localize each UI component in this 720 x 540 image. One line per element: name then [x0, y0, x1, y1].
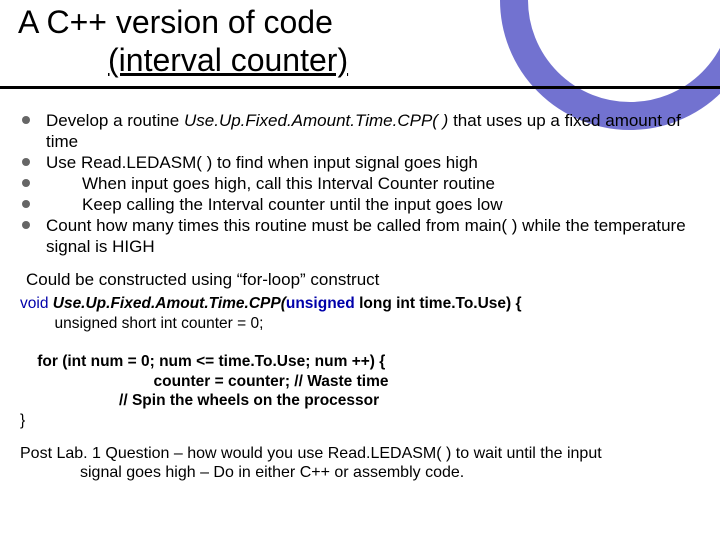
code-line: for (int num = 0; num <= time.To.Use; nu… — [20, 353, 385, 370]
bullet-emphasis: Use.Up.Fixed.Amount.Time.CPP( ) — [184, 111, 448, 130]
bullet-text: Develop a routine — [46, 111, 184, 130]
postlab-line: Post Lab. 1 Question – how would you use… — [20, 445, 602, 462]
code-line: // Spin the wheels on the processor — [20, 392, 379, 409]
code-block: void Use.Up.Fixed.Amout.Time.CPP(unsigne… — [20, 294, 700, 430]
title-line-1: A C++ version of code — [18, 4, 333, 40]
slide-title: A C++ version of code (interval counter) — [18, 4, 720, 80]
slide-header: A C++ version of code (interval counter) — [0, 0, 720, 80]
code-line: counter = counter; // Waste time — [20, 373, 388, 390]
title-line-2: (interval counter) — [108, 42, 348, 80]
list-item: When input goes high, call this Interval… — [20, 173, 700, 194]
list-item: Count how many times this routine must b… — [20, 215, 700, 257]
list-item: Keep calling the Interval counter until … — [20, 194, 700, 215]
code-funcname: Use.Up.Fixed.Amout.Time.CPP( — [53, 295, 286, 312]
code-text: long int time.To.Use) { — [355, 295, 522, 312]
bullet-text: When input goes high, call this Interval… — [46, 173, 495, 194]
list-item: Use Read.LEDASM( ) to find when input si… — [20, 152, 700, 173]
paragraph: Could be constructed using “for-loop” co… — [26, 269, 700, 290]
slide-body: Develop a routine Use.Up.Fixed.Amount.Ti… — [0, 92, 720, 483]
bullet-text: Use Read.LEDASM( ) to find when input si… — [46, 153, 478, 172]
postlab-line: signal goes high – Do in either C++ or a… — [20, 463, 696, 483]
bullet-list: Develop a routine Use.Up.Fixed.Amount.Ti… — [20, 110, 700, 258]
bullet-text: Count how many times this routine must b… — [46, 216, 686, 256]
code-keyword: unsigned — [286, 295, 355, 312]
code-line: unsigned short int counter = 0; — [20, 315, 263, 332]
postlab-note: Post Lab. 1 Question – how would you use… — [20, 444, 696, 483]
code-line: } — [20, 412, 25, 429]
code-keyword: void — [20, 295, 53, 312]
bullet-text: Keep calling the Interval counter until … — [46, 194, 503, 215]
list-item: Develop a routine Use.Up.Fixed.Amount.Ti… — [20, 110, 700, 152]
